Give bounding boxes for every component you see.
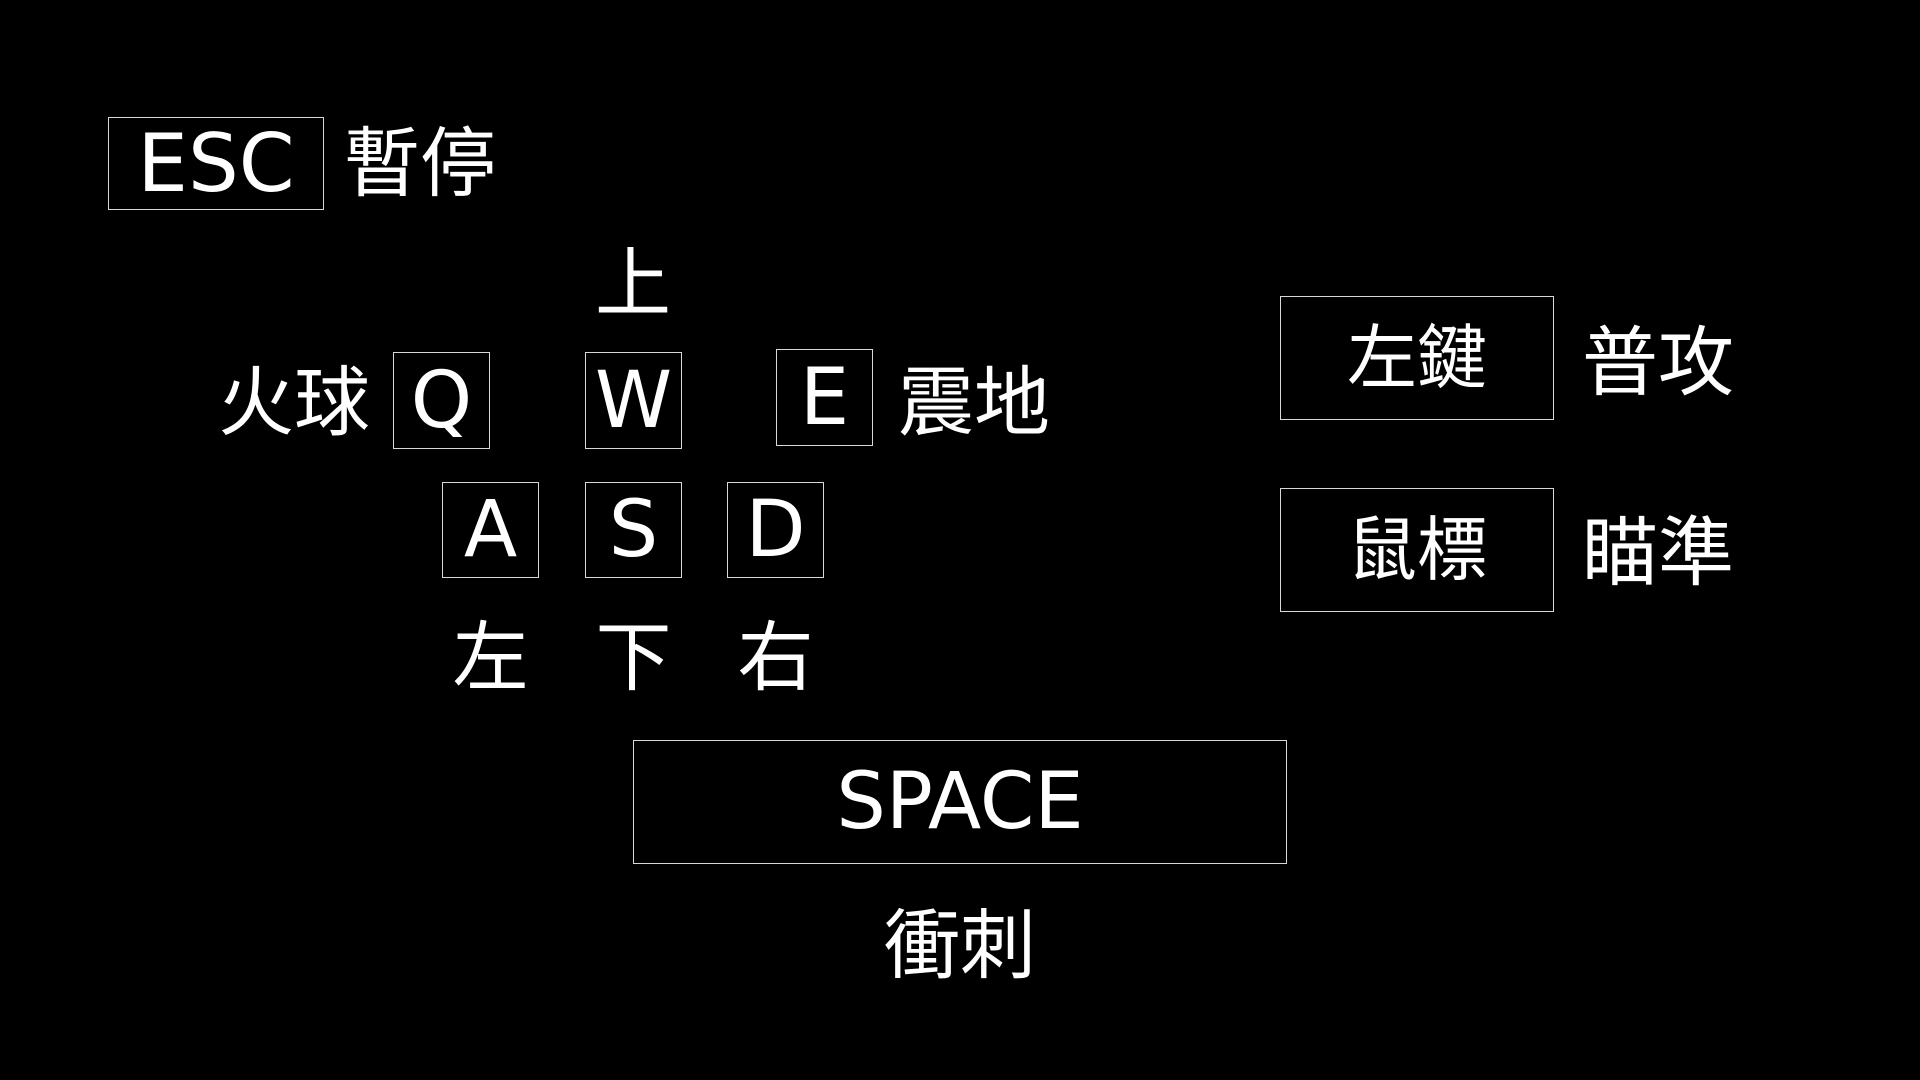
- w-key: W: [585, 352, 682, 449]
- q-key: Q: [393, 352, 490, 449]
- mouse-key: 鼠標: [1280, 488, 1554, 612]
- attack-label: 普攻: [1582, 318, 1734, 407]
- fireball-label: 火球: [218, 358, 370, 447]
- move-down-label: 下: [595, 613, 672, 702]
- s-key: S: [585, 482, 682, 578]
- space-key: SPACE: [633, 740, 1287, 864]
- aim-label: 瞄準: [1582, 508, 1734, 597]
- move-right-label: 右: [737, 613, 814, 702]
- move-up-label: 上: [595, 239, 671, 328]
- a-key: A: [442, 482, 539, 578]
- left-click-key: 左鍵: [1280, 296, 1554, 420]
- move-left-label: 左: [452, 613, 529, 702]
- d-key: D: [727, 482, 824, 578]
- controls-screen: ESC 暫停 上 火球 Q W E 震地 A S D 左 下 右 SPACE 衝…: [0, 0, 1920, 1080]
- pause-label: 暫停: [344, 118, 496, 208]
- esc-key: ESC: [108, 117, 324, 210]
- ground-slam-label: 震地: [898, 358, 1050, 447]
- dash-label: 衝刺: [884, 901, 1036, 990]
- e-key: E: [776, 349, 873, 446]
